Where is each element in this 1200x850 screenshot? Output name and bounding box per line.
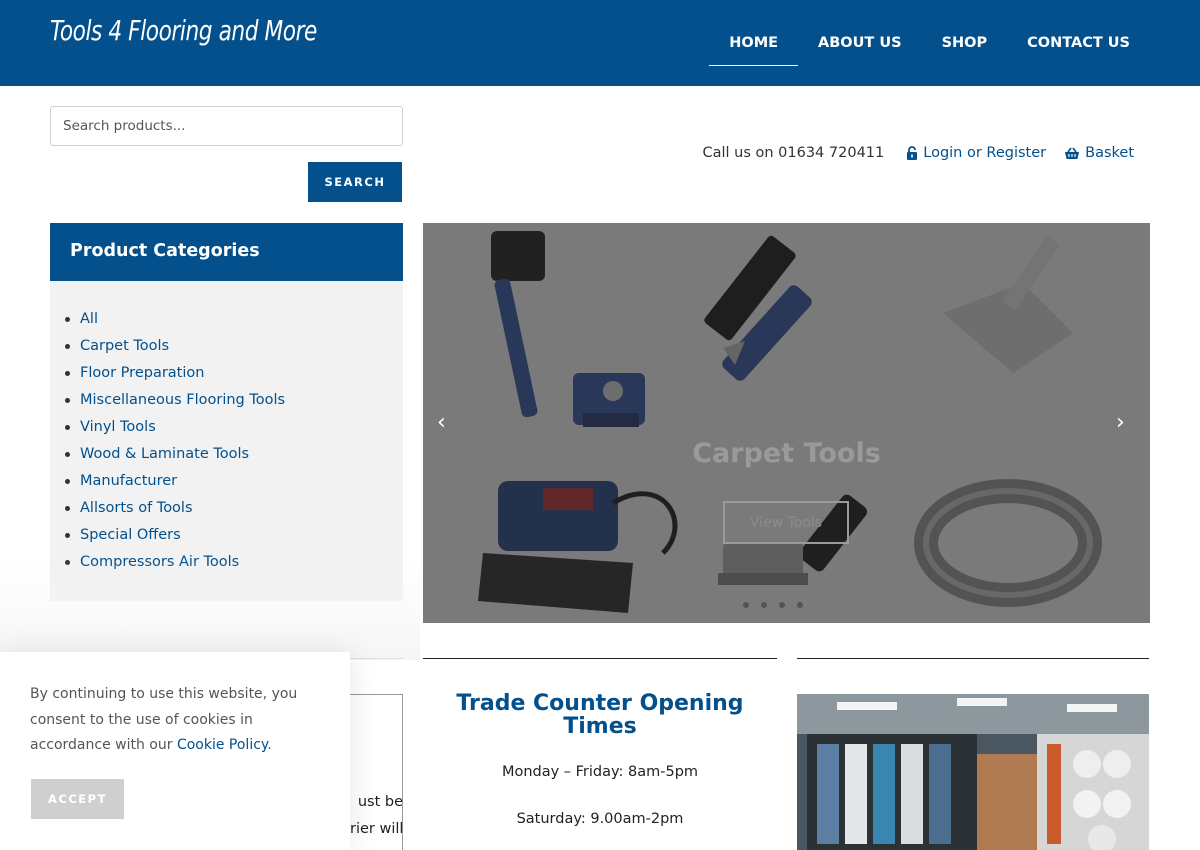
basket-label: Basket <box>1085 145 1134 161</box>
nav-contact-us[interactable]: CONTACT US <box>1007 22 1150 66</box>
slide-title: Carpet Tools <box>692 438 881 469</box>
slider-prev-arrow-icon[interactable]: ‹ <box>437 411 459 435</box>
nav-shop[interactable]: SHOP <box>922 22 1008 66</box>
cookie-suffix: . <box>267 737 272 753</box>
section-divider <box>797 658 1149 659</box>
categories-list: All Carpet Tools Floor Preparation Misce… <box>64 309 285 579</box>
slider-dots <box>743 602 815 608</box>
main-nav: HOME ABOUT US SHOP CONTACT US <box>709 22 1150 66</box>
hero-slider[interactable]: Carpet Tools View Tools ‹ › <box>423 223 1150 623</box>
login-register-link[interactable]: Login or Register <box>906 145 1046 161</box>
weekday-hours: Monday – Friday: 8am-5pm <box>501 764 699 780</box>
cookie-message: By continuing to use this website, you c… <box>30 682 320 759</box>
category-link-carpet-tools[interactable]: Carpet Tools <box>64 336 285 363</box>
categories-panel: All Carpet Tools Floor Preparation Misce… <box>50 281 403 601</box>
category-link-special-offers[interactable]: Special Offers <box>64 525 285 552</box>
basket-link[interactable]: Basket <box>1064 145 1134 161</box>
slider-dot[interactable] <box>761 602 767 608</box>
accept-cookies-button[interactable]: ACCEPT <box>31 779 124 819</box>
slider-dot[interactable] <box>743 602 749 608</box>
nav-about-us[interactable]: ABOUT US <box>798 22 922 66</box>
login-register-label: Login or Register <box>923 145 1047 161</box>
categories-heading: Product Categories <box>50 223 403 281</box>
category-link-wood-laminate-tools[interactable]: Wood & Laminate Tools <box>64 444 285 471</box>
slider-overlay <box>423 223 1150 623</box>
category-link-all[interactable]: All <box>64 309 285 336</box>
category-link-vinyl-tools[interactable]: Vinyl Tools <box>64 417 285 444</box>
site-header: Tools 4 Flooring and More HOME ABOUT US … <box>0 0 1200 86</box>
category-link-floor-preparation[interactable]: Floor Preparation <box>64 363 285 390</box>
cookie-banner: By continuing to use this website, you c… <box>0 652 350 850</box>
saturday-hours: Saturday: 9.00am-2pm <box>516 811 684 827</box>
info-box-text: rier will <box>350 821 403 837</box>
slider-next-arrow-icon[interactable]: › <box>1116 411 1138 435</box>
contact-bar: Call us on 01634 720411 Login or Registe… <box>702 145 1134 161</box>
info-box-text: ust be <box>357 794 403 810</box>
phone-number: Call us on 01634 720411 <box>702 145 885 161</box>
search-input[interactable] <box>50 106 403 146</box>
category-link-allsorts-of-tools[interactable]: Allsorts of Tools <box>64 498 285 525</box>
nav-home[interactable]: HOME <box>709 22 799 66</box>
section-divider <box>423 658 777 659</box>
cookie-fade <box>0 560 420 660</box>
basket-icon <box>1064 147 1080 160</box>
category-link-manufacturer[interactable]: Manufacturer <box>64 471 285 498</box>
view-tools-button[interactable]: View Tools <box>723 501 849 544</box>
site-logo-text[interactable]: Tools 4 Flooring and More <box>50 14 317 47</box>
slider-dot[interactable] <box>779 602 785 608</box>
slider-dot[interactable] <box>797 602 803 608</box>
search-button[interactable]: SEARCH <box>308 162 402 202</box>
category-link-misc-flooring-tools[interactable]: Miscellaneous Flooring Tools <box>64 390 285 417</box>
unlock-icon <box>906 146 918 160</box>
warehouse-photo <box>797 694 1149 850</box>
cookie-policy-link[interactable]: Cookie Policy <box>177 737 267 753</box>
opening-times-heading: Trade Counter Opening Times <box>456 691 744 739</box>
